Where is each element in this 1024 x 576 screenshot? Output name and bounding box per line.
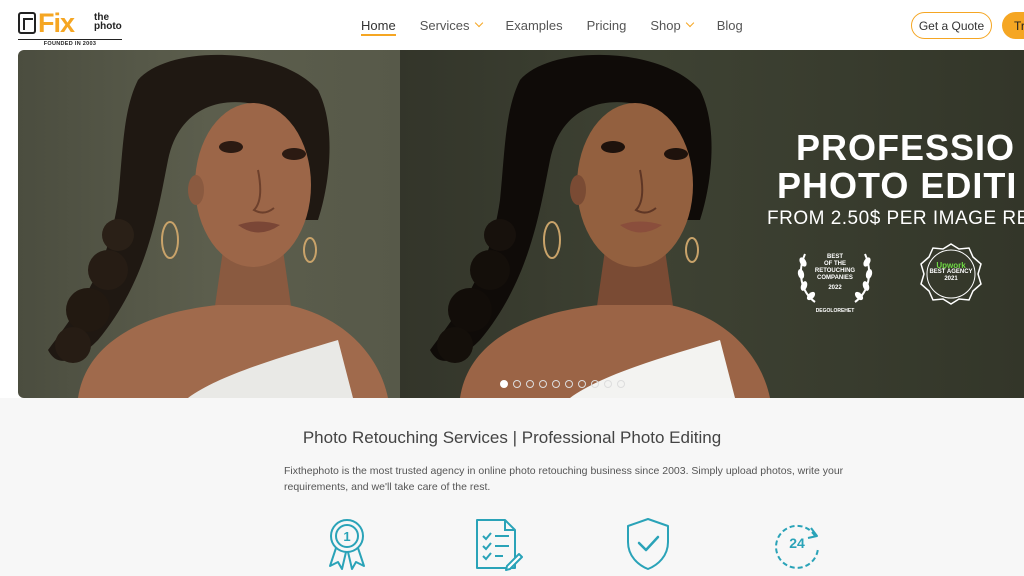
- slider-dot[interactable]: [591, 380, 599, 388]
- nav-home-label: Home: [361, 17, 396, 33]
- slider-dot[interactable]: [604, 380, 612, 388]
- get-a-quote-button[interactable]: Get a Quote: [911, 12, 992, 39]
- slider-dot[interactable]: [513, 380, 521, 388]
- nav-services[interactable]: Services: [419, 17, 483, 33]
- nav-shop-label: Shop: [650, 17, 681, 33]
- logo-photo-text: photo: [94, 21, 122, 32]
- slider-dot[interactable]: [617, 380, 625, 388]
- nav-blog[interactable]: Blog: [717, 17, 743, 33]
- upwork-award-line: BEST AGENCY: [929, 269, 973, 275]
- upwork-award-badge: Upwork BEST AGENCY 2021: [919, 242, 983, 306]
- slider-dot[interactable]: [500, 380, 508, 388]
- hero-title-line2: PHOTO EDITI: [777, 165, 1018, 206]
- award-line4: COMPANIES: [817, 275, 853, 281]
- best-retouching-award-badge: BEST OF THE RETOUCHING COMPANIES 2022 DE…: [795, 242, 875, 316]
- hero-subtitle: FROM 2.50$ PER IMAGE RE: [767, 208, 1024, 229]
- slider-dot[interactable]: [526, 380, 534, 388]
- nav-home[interactable]: Home: [361, 17, 396, 36]
- award-year: 2022: [828, 285, 842, 291]
- fixthephoto-logo[interactable]: Fix the photo FOUNDED IN 2003: [18, 8, 128, 48]
- logo-fix-text: Fix: [38, 8, 75, 38]
- svg-text:1: 1: [343, 529, 350, 544]
- chevron-down-icon: [474, 18, 483, 28]
- main-nav: Home Services Examples Pricing Shop Blog: [361, 17, 767, 36]
- section-description: Fixthephoto is the most trusted agency i…: [284, 465, 844, 493]
- nav-pricing-label: Pricing: [586, 17, 627, 33]
- nav-blog-label: Blog: [716, 17, 743, 33]
- chevron-down-icon: [685, 18, 694, 28]
- slider-dot[interactable]: [539, 380, 547, 388]
- award-line2: OF THE: [824, 261, 846, 267]
- slider-dot[interactable]: [552, 380, 560, 388]
- section-title: Photo Retouching Services | Professional…: [302, 428, 722, 447]
- nav-examples[interactable]: Examples: [506, 17, 563, 33]
- upwork-brand: Upwork: [936, 261, 966, 270]
- award-ribbon-icon: 1: [321, 516, 373, 572]
- logo-mark-icon: [18, 12, 36, 34]
- award-source: DEGOLOREНЕТ: [815, 308, 855, 314]
- shield-check-icon: [622, 516, 674, 572]
- hero-title-line1: PROFESSIO: [796, 127, 1016, 168]
- logo-founded-text: FOUNDED IN 2003: [18, 39, 122, 47]
- before-photo: [18, 50, 400, 398]
- site-header: Fix the photo FOUNDED IN 2003 Home Servi…: [0, 0, 1024, 50]
- clock-24-icon: 24: [771, 516, 823, 572]
- svg-text:24: 24: [789, 535, 805, 551]
- nav-shop[interactable]: Shop: [650, 17, 694, 33]
- slider-dot[interactable]: [578, 380, 586, 388]
- portrait-before-illustration: [48, 54, 388, 398]
- award-line3: RETOUCHING: [814, 268, 856, 274]
- slider-dots: [500, 380, 625, 388]
- intro-section: Photo Retouching Services | Professional…: [0, 398, 1024, 576]
- upwork-award-year: 2021: [944, 276, 958, 282]
- nav-services-label: Services: [419, 17, 470, 33]
- try-button[interactable]: Tr: [1002, 12, 1024, 39]
- nav-pricing[interactable]: Pricing: [587, 17, 627, 33]
- checklist-document-icon: [471, 516, 523, 572]
- nav-examples-label: Examples: [505, 17, 563, 33]
- award-line1: BEST: [826, 254, 843, 260]
- slider-dot[interactable]: [565, 380, 573, 388]
